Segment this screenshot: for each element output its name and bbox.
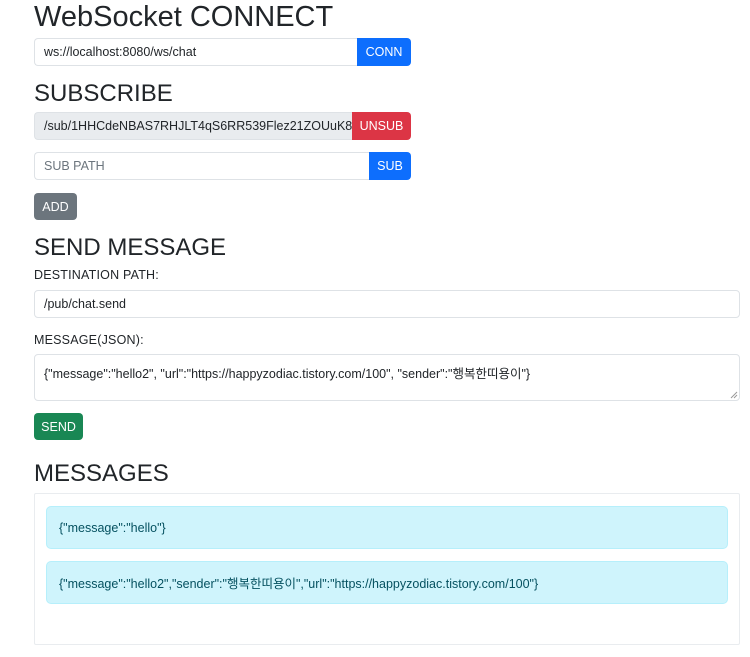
message-item: {"message":"hello2","sender":"행복한띠용이","u…	[46, 561, 728, 604]
connect-button[interactable]: CONN	[357, 38, 411, 66]
connect-group: ws://localhost:8080/ws/chat CONN	[34, 38, 411, 66]
message-item: {"message":"hello"}	[46, 506, 728, 549]
subscribe-button[interactable]: SUB	[369, 152, 411, 180]
resize-handle-icon[interactable]	[730, 391, 738, 399]
subscribed-path-field: /sub/1HHCdeNBAS7RHJLT4qS6RR539Flez21ZOUu…	[34, 112, 352, 140]
sub-path-input[interactable]	[34, 152, 369, 180]
messages-title: MESSAGES	[34, 460, 169, 487]
send-button[interactable]: SEND	[34, 413, 83, 440]
subscribe-title: SUBSCRIBE	[34, 80, 173, 107]
websocket-url-input[interactable]: ws://localhost:8080/ws/chat	[34, 38, 357, 66]
messages-container: {"message":"hello"} {"message":"hello2",…	[34, 493, 740, 645]
sub-path-group: SUB	[34, 152, 411, 180]
destination-path-input[interactable]: /pub/chat.send	[34, 290, 740, 318]
send-message-title: SEND MESSAGE	[34, 234, 227, 261]
unsubscribe-button[interactable]: UNSUB	[352, 112, 411, 140]
message-json-textarea[interactable]: {"message":"hello2", "url":"https://happ…	[34, 354, 740, 401]
add-button[interactable]: ADD	[34, 193, 77, 220]
message-json-text: {"message":"hello2", "url":"https://happ…	[44, 367, 531, 381]
destination-path-label: DESTINATION PATH:	[34, 268, 159, 282]
connect-title: WebSocket CONNECT	[34, 1, 334, 33]
message-json-label: MESSAGE(JSON):	[34, 333, 144, 347]
subscription-group: /sub/1HHCdeNBAS7RHJLT4qS6RR539Flez21ZOUu…	[34, 112, 411, 140]
